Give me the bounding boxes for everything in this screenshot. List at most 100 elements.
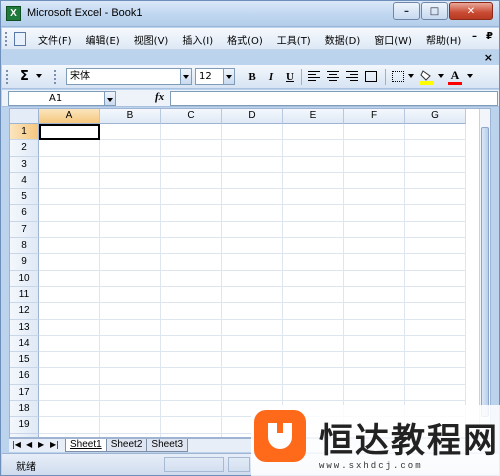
workbook-icon[interactable] xyxy=(14,32,26,46)
grid-cell[interactable] xyxy=(161,270,222,287)
grid-cell[interactable] xyxy=(283,254,344,271)
grid-cell[interactable] xyxy=(39,384,100,402)
merge-center-icon[interactable] xyxy=(365,71,377,82)
grid-cell[interactable] xyxy=(405,172,466,190)
active-cell[interactable] xyxy=(39,124,100,141)
row-header[interactable]: 10 xyxy=(10,270,39,287)
grid-cell[interactable] xyxy=(222,172,283,190)
grid-cell[interactable] xyxy=(161,172,222,190)
grid-cell[interactable] xyxy=(405,238,466,255)
grid-cell[interactable] xyxy=(222,352,283,369)
grid-cell[interactable] xyxy=(39,205,100,222)
grid-cell[interactable] xyxy=(344,189,405,206)
grid-cell[interactable] xyxy=(344,140,405,157)
grid-cell[interactable] xyxy=(100,417,161,434)
menu-view[interactable]: 视图(V) xyxy=(134,32,169,47)
grid-cell[interactable] xyxy=(100,221,161,239)
grid-cell[interactable] xyxy=(222,140,283,157)
grid-cell[interactable] xyxy=(283,270,344,287)
grid-cell[interactable] xyxy=(39,319,100,336)
menu-data[interactable]: 数据(D) xyxy=(325,32,361,47)
grid-cell[interactable] xyxy=(161,319,222,336)
menu-tools[interactable]: 工具(T) xyxy=(277,32,311,47)
row-header[interactable]: 9 xyxy=(10,254,39,271)
sheet-tab-sheet2[interactable]: Sheet2 xyxy=(105,439,148,452)
menu-grip-handle[interactable] xyxy=(5,32,8,46)
grid-cell[interactable] xyxy=(344,124,405,141)
font-size-select[interactable]: 12 xyxy=(195,68,235,85)
grid-cell[interactable] xyxy=(100,319,161,336)
grid-cell[interactable] xyxy=(283,221,344,239)
grid-cell[interactable] xyxy=(405,335,466,353)
formula-input[interactable] xyxy=(170,91,498,106)
row-header[interactable]: 1 xyxy=(10,124,39,141)
menu-edit[interactable]: 编辑(E) xyxy=(86,32,120,47)
grid-cell[interactable] xyxy=(283,286,344,304)
grid-cell[interactable] xyxy=(39,172,100,190)
menu-insert[interactable]: 插入(I) xyxy=(182,32,213,47)
menu-file[interactable]: 文件(F) xyxy=(38,32,72,47)
grid-cell[interactable] xyxy=(344,254,405,271)
font-color-icon[interactable]: A xyxy=(448,68,462,85)
grid-cell[interactable] xyxy=(344,319,405,336)
grid-cell[interactable] xyxy=(405,368,466,385)
grid-cell[interactable] xyxy=(405,270,466,287)
grid-cell[interactable] xyxy=(100,254,161,271)
grid-cell[interactable] xyxy=(161,286,222,304)
grid-cell[interactable] xyxy=(405,221,466,239)
grid-cell[interactable] xyxy=(39,156,100,173)
grid-cell[interactable] xyxy=(161,156,222,173)
grid-cell[interactable] xyxy=(39,335,100,353)
row-header[interactable]: 18 xyxy=(10,401,39,418)
row-header[interactable]: 13 xyxy=(10,319,39,336)
grid-cell[interactable] xyxy=(222,270,283,287)
font-name-select[interactable]: 宋体 xyxy=(66,68,192,85)
grid-cell[interactable] xyxy=(39,352,100,369)
grid-cell[interactable] xyxy=(100,401,161,418)
borders-dropdown-icon[interactable] xyxy=(408,74,414,78)
last-sheet-button[interactable]: ▶| xyxy=(50,440,59,449)
grid-cell[interactable] xyxy=(100,270,161,287)
grid-cell[interactable] xyxy=(222,335,283,353)
autosum-icon[interactable]: Σ xyxy=(20,69,29,84)
minimize-button[interactable]: – xyxy=(393,2,420,20)
grid-cell[interactable] xyxy=(344,156,405,173)
grid-cell[interactable] xyxy=(100,238,161,255)
row-header[interactable]: 19 xyxy=(10,417,39,434)
italic-button[interactable]: I xyxy=(263,69,279,85)
workbook-close-button[interactable]: × xyxy=(484,51,493,64)
grid-cell[interactable] xyxy=(222,189,283,206)
grid-cell[interactable] xyxy=(39,401,100,418)
grid-cell[interactable] xyxy=(100,384,161,402)
next-sheet-button[interactable]: ▶ xyxy=(38,440,44,449)
column-header[interactable]: F xyxy=(344,109,405,124)
title-bar[interactable]: X Microsoft Excel - Book1 – □ ✕ xyxy=(1,1,499,27)
column-header[interactable]: B xyxy=(100,109,161,124)
font-name-dropdown-icon[interactable] xyxy=(180,69,191,84)
name-box-dropdown-icon[interactable] xyxy=(104,92,115,105)
grid-cell[interactable] xyxy=(100,172,161,190)
font-color-dropdown-icon[interactable] xyxy=(467,74,473,78)
vertical-scrollbar[interactable] xyxy=(479,109,490,437)
row-header[interactable]: 3 xyxy=(10,156,39,173)
grid-cell[interactable] xyxy=(161,205,222,222)
borders-icon[interactable] xyxy=(392,71,404,82)
grid-cell[interactable] xyxy=(283,352,344,369)
toolbar-grip-handle[interactable] xyxy=(6,70,9,84)
row-header[interactable]: 6 xyxy=(10,205,39,222)
grid-cell[interactable] xyxy=(405,352,466,369)
sheet-tab-sheet3[interactable]: Sheet3 xyxy=(146,439,189,452)
align-center-icon[interactable] xyxy=(327,71,339,82)
grid-cell[interactable] xyxy=(39,368,100,385)
column-header[interactable]: C xyxy=(161,109,222,124)
grid-cell[interactable] xyxy=(344,205,405,222)
grid-cell[interactable] xyxy=(100,303,161,320)
grid-cell[interactable] xyxy=(161,368,222,385)
grid-cell[interactable] xyxy=(283,172,344,190)
grid-cell[interactable] xyxy=(222,368,283,385)
grid-cell[interactable] xyxy=(283,124,344,141)
first-sheet-button[interactable]: |◀ xyxy=(12,440,21,449)
grid-cell[interactable] xyxy=(222,156,283,173)
grid-cell[interactable] xyxy=(39,221,100,239)
grid-cell[interactable] xyxy=(222,205,283,222)
